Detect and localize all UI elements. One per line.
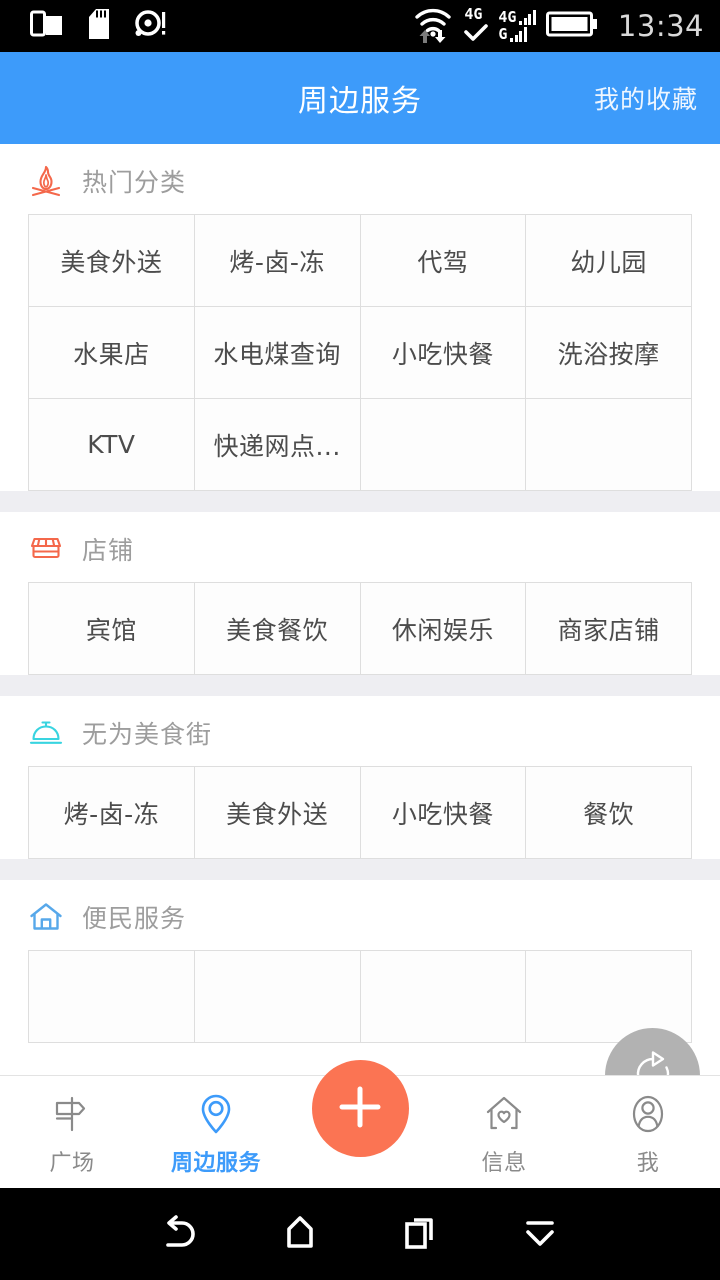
house-heart-icon bbox=[480, 1089, 528, 1139]
section-divider bbox=[0, 675, 720, 696]
system-navigation-bar bbox=[0, 1188, 720, 1280]
section-title-convenience-services: 便民服务 bbox=[82, 904, 187, 933]
category-cell[interactable]: 水电煤查询 bbox=[194, 307, 361, 399]
food-cell[interactable]: 小吃快餐 bbox=[360, 767, 527, 859]
nav-label-messages: 信息 bbox=[481, 1151, 527, 1176]
food-cell[interactable]: 烤-卤-冻 bbox=[29, 767, 195, 859]
section-title-shops: 店铺 bbox=[82, 536, 135, 565]
signal-row-4g: 4G bbox=[498, 10, 536, 25]
status-bar-right-icons: 4G 4G G 13:34 bbox=[412, 3, 704, 49]
service-cell[interactable] bbox=[526, 951, 692, 1043]
nav-item-add[interactable] bbox=[288, 1060, 432, 1157]
category-cell[interactable]: 水果店 bbox=[29, 307, 195, 399]
add-button[interactable] bbox=[311, 1060, 409, 1157]
signal-row-g: G bbox=[498, 27, 536, 42]
nav-item-nearby-services[interactable]: 周边服务 bbox=[144, 1076, 288, 1188]
back-icon bbox=[157, 1209, 203, 1259]
storefront-icon bbox=[27, 530, 65, 568]
network-label-g: G bbox=[498, 25, 508, 43]
category-cell[interactable]: 小吃快餐 bbox=[360, 307, 527, 399]
category-cell[interactable]: 快递网点... bbox=[194, 399, 361, 491]
sysnav-spacer bbox=[600, 1188, 720, 1280]
grid-shops: 宾馆 美食餐饮 休闲娱乐 商家店铺 bbox=[28, 582, 692, 675]
shop-cell[interactable]: 商家店铺 bbox=[526, 583, 692, 675]
shop-cell[interactable]: 美食餐饮 bbox=[194, 583, 361, 675]
category-cell-empty bbox=[526, 399, 692, 491]
my-favorites-button[interactable]: 我的收藏 bbox=[594, 80, 698, 116]
food-cell[interactable]: 餐饮 bbox=[526, 767, 692, 859]
home-button[interactable] bbox=[240, 1188, 360, 1280]
network-label-4g-2: 4G bbox=[498, 8, 517, 26]
status-bar-clock: 13:34 bbox=[617, 9, 704, 43]
home-icon bbox=[278, 1210, 322, 1258]
hide-navbar-icon bbox=[518, 1210, 562, 1258]
sd-card-icon bbox=[86, 8, 112, 44]
category-cell[interactable]: 幼儿园 bbox=[526, 215, 692, 307]
network-indicator-primary: 4G bbox=[464, 4, 489, 46]
section-divider bbox=[0, 859, 720, 880]
service-bell-icon bbox=[27, 714, 65, 752]
nav-item-plaza[interactable]: 广场 bbox=[0, 1076, 144, 1188]
signpost-icon bbox=[48, 1089, 96, 1139]
nav-label-plaza: 广场 bbox=[49, 1151, 95, 1176]
nav-item-me[interactable]: 我 bbox=[576, 1076, 720, 1188]
section-wuwei-food-street: 无为美食街 烤-卤-冻 美食外送 小吃快餐 餐饮 bbox=[0, 696, 720, 859]
signal-bars-icon-2 bbox=[510, 27, 527, 42]
food-cell[interactable]: 美食外送 bbox=[194, 767, 361, 859]
recents-icon bbox=[398, 1210, 442, 1258]
page-title: 周边服务 bbox=[298, 84, 422, 119]
grid-wuwei-food-street: 烤-卤-冻 美食外送 小吃快餐 餐饮 bbox=[28, 766, 692, 859]
section-header-wuwei-food-street: 无为美食街 bbox=[0, 696, 720, 766]
section-divider bbox=[0, 491, 720, 512]
section-header-shops: 店铺 bbox=[0, 512, 720, 582]
shop-cell[interactable]: 休闲娱乐 bbox=[360, 583, 527, 675]
section-header-hot-categories: 热门分类 bbox=[0, 144, 720, 214]
signal-bars-icon bbox=[519, 10, 536, 25]
section-title-wuwei-food-street: 无为美食街 bbox=[82, 720, 213, 749]
network-indicator-secondary: 4G G bbox=[498, 10, 536, 42]
sysnav-spacer bbox=[0, 1188, 120, 1280]
section-convenience-services: 便民服务 bbox=[0, 880, 720, 1043]
house-icon bbox=[27, 898, 65, 936]
category-cell-empty bbox=[360, 399, 527, 491]
nav-item-messages[interactable]: 信息 bbox=[432, 1076, 576, 1188]
shop-cell[interactable]: 宾馆 bbox=[29, 583, 195, 675]
recents-button[interactable] bbox=[360, 1188, 480, 1280]
bottom-navigation-bar: 广场 周边服务 信息 我 bbox=[0, 1060, 720, 1188]
grid-hot-categories: 美食外送 烤-卤-冻 代驾 幼儿园 水果店 水电煤查询 小吃快餐 洗浴按摩 KT… bbox=[28, 214, 692, 491]
person-icon bbox=[624, 1089, 672, 1139]
battery-full-icon bbox=[545, 9, 600, 43]
service-cell[interactable] bbox=[360, 951, 527, 1043]
disc-alert-icon bbox=[134, 9, 166, 43]
section-shops: 店铺 宾馆 美食餐饮 休闲娱乐 商家店铺 bbox=[0, 512, 720, 675]
back-button[interactable] bbox=[120, 1188, 240, 1280]
nav-label-nearby-services: 周边服务 bbox=[170, 1151, 261, 1176]
nav-label-me: 我 bbox=[636, 1151, 660, 1176]
network-label-4g: 4G bbox=[464, 4, 483, 23]
grid-convenience-services bbox=[28, 950, 692, 1043]
status-bar: 4G 4G G 13:34 bbox=[0, 0, 720, 52]
plus-icon bbox=[332, 1079, 388, 1139]
category-cell[interactable]: KTV bbox=[29, 399, 195, 491]
status-bar-left-icons bbox=[30, 8, 166, 44]
category-cell[interactable]: 美食外送 bbox=[29, 215, 195, 307]
campfire-icon bbox=[27, 162, 65, 200]
hide-navbar-button[interactable] bbox=[480, 1188, 600, 1280]
app-header: 周边服务 我的收藏 bbox=[0, 52, 720, 144]
section-title-hot-categories: 热门分类 bbox=[82, 168, 187, 197]
service-cell[interactable] bbox=[29, 951, 195, 1043]
content-scroll-area[interactable]: 热门分类 美食外送 烤-卤-冻 代驾 幼儿园 水果店 水电煤查询 小吃快餐 洗浴… bbox=[0, 144, 720, 1167]
location-pin-icon bbox=[192, 1089, 240, 1139]
check-icon bbox=[464, 23, 489, 46]
section-hot-categories: 热门分类 美食外送 烤-卤-冻 代驾 幼儿园 水果店 水电煤查询 小吃快餐 洗浴… bbox=[0, 144, 720, 491]
category-cell[interactable]: 洗浴按摩 bbox=[526, 307, 692, 399]
category-cell[interactable]: 烤-卤-冻 bbox=[194, 215, 361, 307]
category-cell[interactable]: 代驾 bbox=[360, 215, 527, 307]
dual-window-icon bbox=[30, 9, 64, 43]
wifi-icon bbox=[412, 3, 454, 49]
service-cell[interactable] bbox=[194, 951, 361, 1043]
section-header-convenience-services: 便民服务 bbox=[0, 880, 720, 950]
